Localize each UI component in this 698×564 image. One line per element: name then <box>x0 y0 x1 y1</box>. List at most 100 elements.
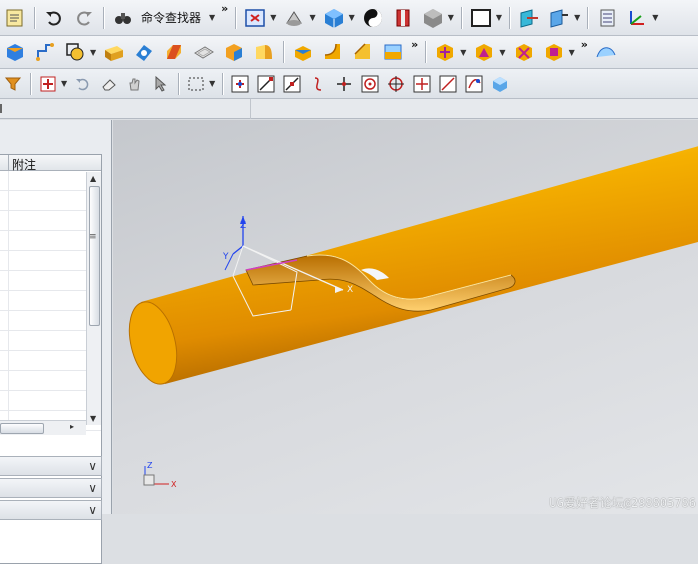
shell-icon[interactable] <box>191 39 217 65</box>
chevron-down-icon[interactable]: ▼ <box>652 13 658 22</box>
scroll-right-icon[interactable]: ▸ <box>70 422 74 431</box>
unite-icon[interactable] <box>290 39 316 65</box>
wcs-icon[interactable] <box>624 5 650 31</box>
snap-endpoint-icon[interactable] <box>255 73 277 95</box>
part-navigator-panel: 附注 ▲ ≡ ▼ ▸ ∨ ∨ ∨ <box>0 120 112 564</box>
chevron-down-icon[interactable]: ▼ <box>569 48 575 57</box>
preview-section[interactable]: ∨ <box>0 500 102 520</box>
chamfer-icon[interactable] <box>350 39 376 65</box>
shaded-cube-icon[interactable] <box>321 5 347 31</box>
table-header: 附注 <box>0 155 101 172</box>
graphics-viewport[interactable]: Z Y X Z X UG爱好者论坛@298805786 <box>113 120 698 514</box>
scroll-thumb[interactable] <box>0 423 44 434</box>
revolve-icon[interactable] <box>62 39 88 65</box>
toolbar-separator <box>34 6 35 29</box>
chevron-down-icon[interactable]: ▼ <box>90 48 96 57</box>
notes-icon[interactable] <box>2 5 28 31</box>
snap-point-icon[interactable] <box>37 73 59 95</box>
more-tools-chevron[interactable]: » <box>581 38 588 51</box>
chevron-down-icon[interactable]: ▼ <box>574 13 580 22</box>
snap-control-icon[interactable] <box>307 73 329 95</box>
scroll-up-icon[interactable]: ▲ <box>90 174 96 183</box>
undo-icon[interactable] <box>41 5 67 31</box>
model-view[interactable]: Z Y X Z X <box>113 120 698 514</box>
chevron-down-icon[interactable]: ▼ <box>499 48 505 57</box>
snap-point-on-curve-icon[interactable] <box>411 73 433 95</box>
move-face-icon[interactable] <box>432 39 458 65</box>
chevron-down-icon[interactable]: ▼ <box>270 13 276 22</box>
toolbar-separator <box>222 72 224 95</box>
chevron-down-icon[interactable]: ▼ <box>209 13 215 22</box>
section-view-icon[interactable] <box>390 5 416 31</box>
vertical-scrollbar[interactable]: ▲ ≡ ▼ <box>86 172 101 425</box>
cube-icon[interactable] <box>489 73 511 95</box>
chevron-down-icon[interactable]: ▼ <box>496 13 502 22</box>
fit-view-icon[interactable] <box>242 5 268 31</box>
sweep-icon[interactable] <box>161 39 187 65</box>
delete-face-icon[interactable] <box>511 39 537 65</box>
edge-blend-icon[interactable] <box>320 39 346 65</box>
filter-icon[interactable] <box>2 73 24 95</box>
strip-divider <box>250 99 251 119</box>
select-rectangle-icon[interactable] <box>185 73 207 95</box>
pipe-body[interactable] <box>141 142 698 384</box>
csys-z-label: Z <box>240 221 246 231</box>
layer-settings-icon[interactable] <box>594 5 620 31</box>
snap-existing-icon[interactable] <box>229 73 251 95</box>
surface-icon[interactable] <box>593 39 619 65</box>
grip-icon: ≡ <box>89 232 97 242</box>
snap-arc-center-icon[interactable] <box>359 73 381 95</box>
scroll-down-icon[interactable]: ▼ <box>90 414 96 423</box>
blend-icon[interactable] <box>251 39 277 65</box>
binoculars-icon[interactable] <box>110 5 136 31</box>
datum-plane-icon[interactable] <box>516 5 542 31</box>
eraser-icon[interactable] <box>98 73 120 95</box>
column-divider[interactable] <box>8 155 9 171</box>
csys-x-label: X <box>347 285 353 295</box>
details-section[interactable]: ∨ <box>0 478 102 498</box>
toolbar-separator <box>509 6 511 29</box>
chevron-down-icon[interactable]: ▼ <box>460 48 466 57</box>
toolbar-separator <box>587 6 589 29</box>
undo-selection-icon[interactable] <box>72 73 94 95</box>
trim-body-icon[interactable] <box>380 39 406 65</box>
chevron-down-icon[interactable]: ▼ <box>61 79 67 88</box>
datum-axis-icon[interactable] <box>546 5 572 31</box>
replace-face-icon[interactable] <box>541 39 567 65</box>
background-color-icon[interactable] <box>468 5 494 31</box>
chevron-down-icon[interactable]: ∨ <box>88 503 97 517</box>
chevron-down-icon[interactable]: ▼ <box>309 13 315 22</box>
command-finder-button[interactable]: 命令查找器 <box>141 9 201 26</box>
redo-icon[interactable] <box>71 5 97 31</box>
snap-intersection-icon[interactable] <box>333 73 355 95</box>
snap-quadrant-icon[interactable] <box>385 73 407 95</box>
chevron-down-icon[interactable]: ▼ <box>349 13 355 22</box>
panel-grip[interactable] <box>0 104 8 113</box>
display-style-icon[interactable] <box>360 5 386 31</box>
block-icon[interactable] <box>2 39 28 65</box>
chevron-down-icon[interactable]: ▼ <box>448 13 454 22</box>
extrude-icon[interactable] <box>101 39 127 65</box>
chevron-down-icon[interactable]: ∨ <box>88 481 97 495</box>
more-tools-chevron[interactable]: » <box>411 38 418 51</box>
hand-icon[interactable] <box>124 73 146 95</box>
horizontal-scrollbar[interactable]: ▸ <box>0 420 86 435</box>
rotate-view-icon[interactable] <box>281 5 307 31</box>
draft-icon[interactable] <box>221 39 247 65</box>
dependencies-section[interactable]: ∨ <box>0 456 102 476</box>
panel-title-strip <box>0 99 698 119</box>
more-tools-chevron[interactable]: » <box>221 2 228 15</box>
toolbar-separator <box>460 6 462 29</box>
snap-bounded-grid-icon[interactable] <box>463 73 485 95</box>
scroll-thumb[interactable] <box>89 186 100 326</box>
chevron-down-icon[interactable]: ▼ <box>209 79 215 88</box>
hole-icon[interactable] <box>131 39 157 65</box>
feature-toolbar: ▼ » ▼ ▼ ▼ » <box>0 36 698 69</box>
sketch-icon[interactable] <box>32 39 58 65</box>
pointer-icon[interactable] <box>150 73 172 95</box>
chevron-down-icon[interactable]: ∨ <box>88 459 97 473</box>
snap-midpoint-icon[interactable] <box>281 73 303 95</box>
snap-point-on-surface-icon[interactable] <box>437 73 459 95</box>
offset-face-icon[interactable] <box>471 39 497 65</box>
wireframe-cube-icon[interactable] <box>420 5 446 31</box>
